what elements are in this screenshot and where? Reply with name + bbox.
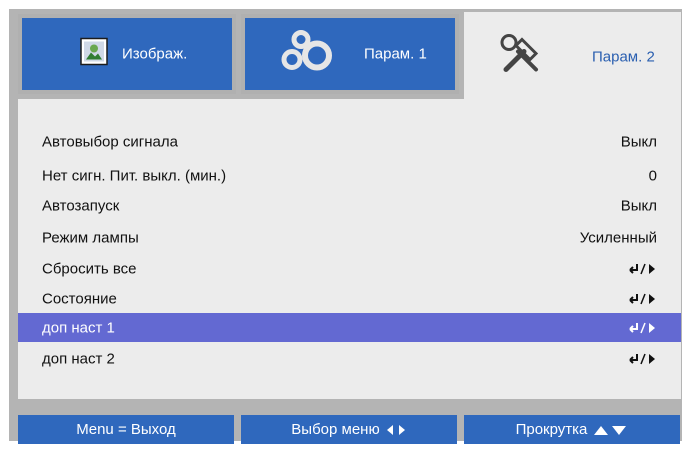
- enter-arrow-icon: [627, 262, 657, 276]
- up-down-arrows-icon: [592, 424, 628, 436]
- footer-exit-label: Menu = Выход: [76, 421, 176, 438]
- menu-row-advanced-2[interactable]: доп наст 2: [18, 344, 681, 373]
- footer-select-hint: Выбор меню: [241, 415, 457, 444]
- row-value: Выкл: [620, 133, 657, 150]
- row-label: Автозапуск: [42, 197, 120, 214]
- enter-arrow-icon: [627, 321, 657, 335]
- footer-scroll-label: Прокрутка: [515, 421, 588, 438]
- menu-row-status[interactable]: Состояние: [18, 284, 681, 313]
- menu-row-advanced-1[interactable]: доп наст 1: [18, 313, 681, 342]
- footer-exit-hint: Menu = Выход: [18, 415, 234, 444]
- tools-icon: [498, 32, 544, 83]
- menu-row-auto-power-on[interactable]: Автозапуск Выкл: [18, 191, 681, 220]
- tab-label: Изображ.: [122, 45, 188, 63]
- footer-select-label: Выбор меню: [291, 421, 380, 438]
- left-right-arrows-icon: [385, 424, 407, 436]
- menu-row-reset-all[interactable]: Сбросить все: [18, 254, 681, 283]
- menu-row-no-signal-power-off[interactable]: Нет сигн. Пит. выкл. (мин.) 0: [18, 161, 681, 190]
- tab-image[interactable]: Изображ.: [18, 14, 236, 94]
- footer-scroll-hint: Прокрутка: [464, 415, 680, 444]
- gears-icon: [281, 30, 337, 79]
- menu-row-lamp-mode[interactable]: Режим лампы Усиленный: [18, 223, 681, 252]
- settings-panel: Автовыбор сигнала Выкл Нет сигн. Пит. вы…: [18, 99, 681, 399]
- row-label: Режим лампы: [42, 229, 139, 246]
- enter-arrow-icon: [627, 352, 657, 366]
- row-label: Состояние: [42, 290, 117, 307]
- tab-param-2[interactable]: Парам. 2: [464, 12, 681, 102]
- tab-param-1[interactable]: Парам. 1: [241, 14, 459, 94]
- row-label: Автовыбор сигнала: [42, 133, 178, 150]
- row-value: Усиленный: [579, 229, 657, 246]
- tab-label: Парам. 2: [592, 48, 655, 66]
- row-label: доп наст 1: [42, 319, 115, 336]
- tab-label: Парам. 1: [364, 45, 427, 63]
- row-value: Выкл: [620, 197, 657, 214]
- enter-arrow-icon: [627, 292, 657, 306]
- row-value: 0: [648, 167, 657, 184]
- row-label: Нет сигн. Пит. выкл. (мин.): [42, 167, 227, 184]
- row-label: Сбросить все: [42, 260, 137, 277]
- menu-row-auto-source[interactable]: Автовыбор сигнала Выкл: [18, 127, 681, 156]
- row-label: доп наст 2: [42, 350, 115, 367]
- picture-icon: [80, 37, 108, 71]
